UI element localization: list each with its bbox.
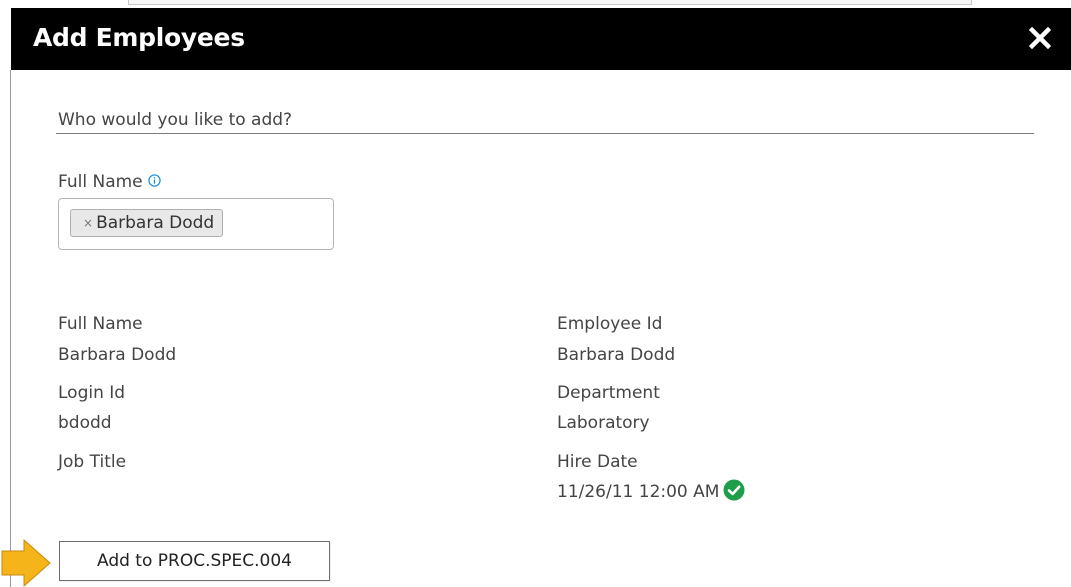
selected-employee-chip[interactable]: × Barbara Dodd xyxy=(70,209,224,237)
dialog-titlebar: Add Employees xyxy=(11,8,1071,70)
detail-value-login-id: bdodd xyxy=(58,413,112,433)
background-window-strip xyxy=(0,0,1071,8)
section-divider xyxy=(56,133,1034,134)
background-panel-edge xyxy=(128,0,972,5)
dialog-title: Add Employees xyxy=(33,23,245,52)
detail-value-full-name: Barbara Dodd xyxy=(58,345,177,365)
detail-label-login-id: Login Id xyxy=(58,383,126,403)
close-button[interactable] xyxy=(1023,18,1057,58)
close-icon xyxy=(1028,26,1052,50)
chip-label: Barbara Dodd xyxy=(96,213,215,233)
check-circle-icon xyxy=(723,479,745,501)
info-icon[interactable] xyxy=(147,174,161,187)
add-prompt: Who would you like to add? xyxy=(58,110,293,130)
detail-value-hire-date: 11/26/11 12:00 AM xyxy=(557,482,720,502)
full-name-label-text: Full Name xyxy=(58,172,143,192)
dialog-border xyxy=(10,70,11,587)
add-to-group-button[interactable]: Add to PROC.SPEC.004 xyxy=(59,541,330,581)
detail-value-hire-date-row: 11/26/11 12:00 AM xyxy=(557,479,745,502)
detail-value-department: Laboratory xyxy=(557,413,650,433)
detail-value-employee-id: Barbara Dodd xyxy=(557,345,676,365)
detail-label-employee-id: Employee Id xyxy=(557,314,663,334)
full-name-label: Full Name xyxy=(58,172,161,192)
detail-label-full-name: Full Name xyxy=(58,314,143,334)
pointer-arrow-icon xyxy=(1,538,51,587)
detail-label-job-title: Job Title xyxy=(58,452,127,472)
detail-label-department: Department xyxy=(557,383,660,403)
remove-chip-icon[interactable]: × xyxy=(83,216,93,230)
full-name-input[interactable]: × Barbara Dodd xyxy=(58,198,334,250)
detail-label-hire-date: Hire Date xyxy=(557,452,638,472)
